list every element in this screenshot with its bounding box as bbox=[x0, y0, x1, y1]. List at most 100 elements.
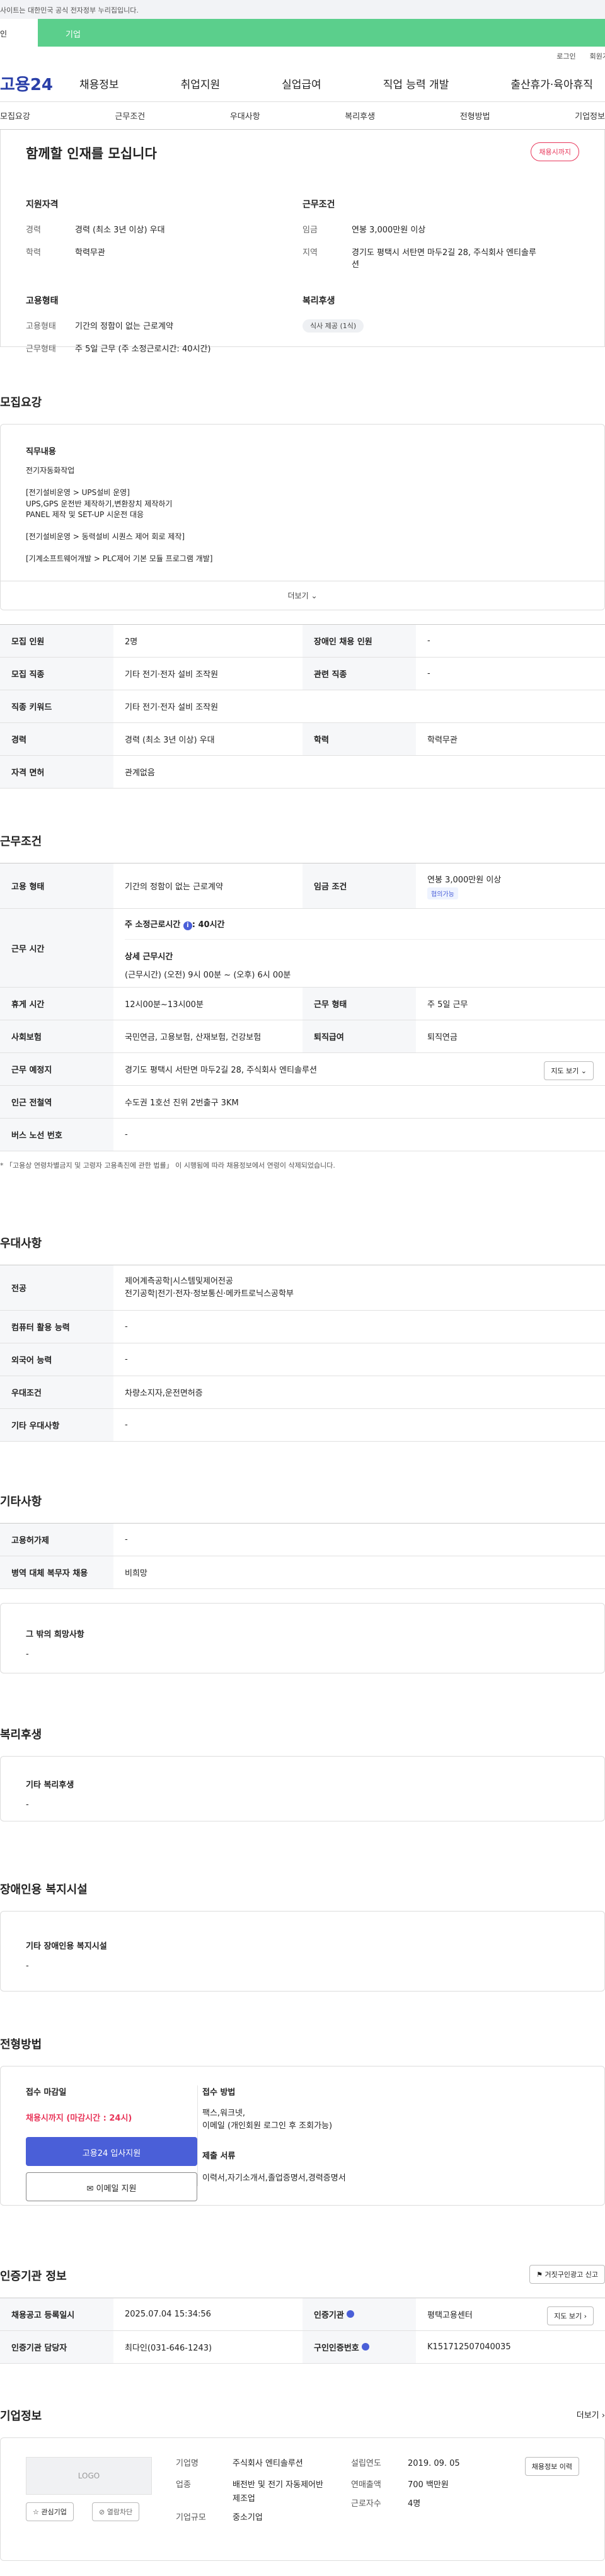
company-info-1: 기업명 주식회사 엔티솔루션 업종 배전반 및 전기 자동제어반 제조업 기업규모 중… bbox=[176, 2457, 330, 2525]
duty-lines: 전기자동화작업 [전기설비운영 > UPS설비 운영] UPS,GPS 운전반 제작… bbox=[26, 465, 579, 565]
cell-key: 외국어 능력 bbox=[0, 1343, 113, 1376]
section-title: 장애인용 복지시설 bbox=[0, 1883, 88, 1896]
major-2: 전기공학|전기·전자·정보통신·메카트로닉스공학부 bbox=[125, 1289, 294, 1299]
chevron-right-icon: › bbox=[584, 2312, 587, 2320]
page-title: 함께할 인재를 모십니다 bbox=[26, 146, 157, 161]
cert-table: 채용공고 등록일시 2025.07.04 15:34:56 인증기관 평택고용센터 지… bbox=[0, 2298, 605, 2364]
info-icon[interactable] bbox=[347, 2310, 355, 2318]
cell-key: 장애인 채용 인원 bbox=[302, 624, 416, 658]
subnav-work[interactable]: 근무조건 bbox=[115, 110, 145, 122]
detail-hours-value: (근무시간) (오전) 9시 00분 ~ (오후) 6시 00분 bbox=[125, 971, 291, 980]
info-value: 배전반 및 전기 자동제어반 제조업 bbox=[233, 2480, 323, 2504]
work-table: 고용 형태 기간의 정함이 없는 근로계약 임금 조건 연봉 3,000만원 이… bbox=[0, 863, 605, 1151]
section-title: 모집요강 bbox=[0, 396, 42, 409]
info-icon[interactable] bbox=[362, 2343, 370, 2351]
report-button-label: 거짓구인광고 신고 bbox=[544, 2271, 598, 2279]
section-title: 전형방법 bbox=[0, 2038, 42, 2051]
cell-value: 2명 bbox=[113, 624, 302, 658]
apply-button-label: 고용24 입사지원 bbox=[82, 2149, 141, 2158]
company-logo-placeholder: LOGO bbox=[26, 2457, 152, 2495]
summary-value: 경력 (최소 3년 이상) 우대 bbox=[75, 225, 165, 235]
favorite-label: 관심기업 bbox=[41, 2508, 67, 2516]
cell-key: 근무 시간 bbox=[0, 908, 113, 988]
cell-value: K151712507040035 bbox=[416, 2330, 605, 2364]
more-button[interactable]: 더보기 ⌄ bbox=[1, 581, 604, 610]
cell-value: 퇴직연금 bbox=[416, 1020, 605, 1053]
table-row: 근무 예정지 경기도 평택시 서탄면 마두2길 28, 주식회사 엔티솔루션 지도 … bbox=[0, 1052, 605, 1086]
favorite-button[interactable]: ☆ 관심기업 bbox=[26, 2502, 74, 2521]
divider bbox=[197, 2085, 198, 2186]
duty-line: 전기자동화작업 bbox=[26, 466, 75, 475]
summary-row: 지역 경기도 평택시 서탄면 마두2길 28, 주식회사 엔티솔루션 bbox=[302, 247, 579, 271]
cell-value: 기타 전기·전자 설비 조작원 bbox=[113, 690, 605, 723]
section-selection: 전형방법 접수 마감일 채용시까지 (마감시간 : 24시) 고용24 입사지원… bbox=[0, 2036, 605, 2206]
method-head: 접수 방법 bbox=[202, 2088, 236, 2097]
cell-value: 연봉 3,000만원 이상 협의가능 bbox=[416, 863, 605, 909]
subnav-company[interactable]: 기업정보 bbox=[575, 110, 605, 122]
cell-key: 구인인증번호 bbox=[302, 2330, 416, 2364]
subnav-selection[interactable]: 전형방법 bbox=[460, 110, 490, 122]
history-button[interactable]: 채용정보 이력 bbox=[524, 2457, 579, 2476]
welfare-chip: 식사 제공 (1식) bbox=[302, 319, 364, 333]
section-disabled: 장애인용 복지시설 기타 장애인용 복지시설 - bbox=[0, 1881, 605, 1992]
table-row: 우대조건 차량소지자,운전면허증 bbox=[0, 1376, 605, 1409]
table-row: 외국어 능력 - bbox=[0, 1343, 605, 1376]
deadline-head: 접수 마감일 bbox=[26, 2088, 67, 2097]
table-row: 기타 우대사항 - bbox=[0, 1408, 605, 1442]
cell-value: 경기도 평택시 서탄면 마두2길 28, 주식회사 엔티솔루션 지도 보기 ⌄ bbox=[113, 1052, 605, 1086]
cell-key: 컴퓨터 활용 능력 bbox=[0, 1310, 113, 1343]
table-row: 직종 키워드 기타 전기·전자 설비 조작원 bbox=[0, 690, 605, 723]
gnb-item-jobs[interactable]: 채용정보 bbox=[79, 76, 119, 91]
signup-link[interactable]: 회원가 bbox=[590, 51, 605, 61]
disabled-card: 기타 장애인용 복지시설 - bbox=[0, 1911, 605, 1992]
cert-no-key-label: 구인인증번호 bbox=[314, 2344, 359, 2353]
gnb-item-training[interactable]: 직업 능력 개발 bbox=[383, 76, 449, 91]
info-icon[interactable]: i bbox=[183, 921, 192, 930]
table-row: 모집 직종 기타 전기·전자 설비 조작원 관련 직종 - bbox=[0, 657, 605, 690]
table-row: 컴퓨터 활용 능력 - bbox=[0, 1310, 605, 1343]
site-logo[interactable]: 고용24 bbox=[0, 72, 79, 95]
cell-value: 비희망 bbox=[113, 1556, 605, 1589]
cell-value: 관계없음 bbox=[113, 755, 605, 789]
method-value-2: 이메일 (개인회원 로그인 후 조회가능) bbox=[202, 2121, 333, 2131]
subnav-pref[interactable]: 우대사항 bbox=[230, 110, 260, 122]
section-work: 근무조건 고용 형태 기간의 정함이 없는 근로계약 임금 조건 연봉 3,00… bbox=[0, 833, 605, 1170]
deadline-value: 채용시까지 (마감시간 : 24시) bbox=[26, 2114, 132, 2123]
history-button-label: 채용정보 이력 bbox=[531, 2463, 572, 2471]
cell-value: 수도권 1호선 진위 2번출구 3KM bbox=[113, 1085, 605, 1119]
gnb-item-leave[interactable]: 출산휴가·육아휴직 bbox=[510, 76, 593, 91]
duty-head: 직무내용 bbox=[26, 447, 56, 457]
section-recruit: 모집요강 직무내용 전기자동화작업 [전기설비운영 > UPS설비 운영] UPS,… bbox=[0, 394, 605, 789]
org-map-button[interactable]: 지도 보기 › bbox=[547, 2306, 594, 2325]
cell-value: 평택고용센터 지도 보기 › bbox=[416, 2298, 605, 2331]
summary-row: 근무형태 주 5일 근무 (주 소정근로시간: 40시간) bbox=[26, 343, 302, 355]
section-title: 복리후생 bbox=[0, 1728, 42, 1741]
gnb-item-unemployment[interactable]: 실업급여 bbox=[282, 76, 321, 91]
company-card: LOGO ☆ 관심기업 ⊘ 열람차단 기업명 주식회사 엔티솔루션 업종 배전반 및… bbox=[0, 2437, 605, 2561]
gnb-item-employment-support[interactable]: 취업지원 bbox=[181, 76, 221, 91]
sub-nav: 모집요강 근무조건 우대사항 복리후생 전형방법 기업정보 bbox=[0, 102, 605, 130]
tab-corporate[interactable]: 기업 bbox=[38, 19, 605, 47]
subnav-welfare[interactable]: 복리후생 bbox=[345, 110, 375, 122]
cell-key: 인근 전철역 bbox=[0, 1085, 113, 1119]
section-title: 우대사항 bbox=[0, 1237, 42, 1250]
login-link[interactable]: 로그인 bbox=[556, 51, 575, 61]
block-button[interactable]: ⊘ 열람차단 bbox=[92, 2502, 140, 2521]
summary-value: 연봉 3,000만원 이상 bbox=[352, 225, 426, 235]
summary-key: 학력 bbox=[26, 248, 41, 258]
email-apply-button[interactable]: ✉ 이메일 지원 bbox=[26, 2172, 197, 2201]
map-button[interactable]: 지도 보기 ⌄ bbox=[544, 1061, 594, 1080]
top-tabs: 인 기업 bbox=[0, 19, 605, 47]
cell-value: - bbox=[416, 657, 605, 690]
company-more-link[interactable]: 더보기 › bbox=[577, 2408, 605, 2420]
report-button[interactable]: ⚑ 거짓구인광고 신고 bbox=[529, 2265, 605, 2284]
other-wish-card: 그 밖의 희망사항 - bbox=[0, 1603, 605, 1673]
subnav-recruit[interactable]: 모집요강 bbox=[0, 110, 30, 122]
tab-individual[interactable]: 인 bbox=[0, 19, 38, 47]
summary-qual-head: 지원자격 bbox=[26, 200, 59, 210]
cell-value: 학력무관 bbox=[416, 722, 605, 756]
welfare-card: 기타 복리후생 - bbox=[0, 1756, 605, 1821]
org-value: 평택고용센터 bbox=[427, 2311, 473, 2320]
method-block: 접수 방법 팩스,워크넷, 이메일 (개인회원 로그인 후 조회가능) 제출 서… bbox=[202, 2085, 346, 2183]
apply-button[interactable]: 고용24 입사지원 bbox=[26, 2137, 197, 2166]
